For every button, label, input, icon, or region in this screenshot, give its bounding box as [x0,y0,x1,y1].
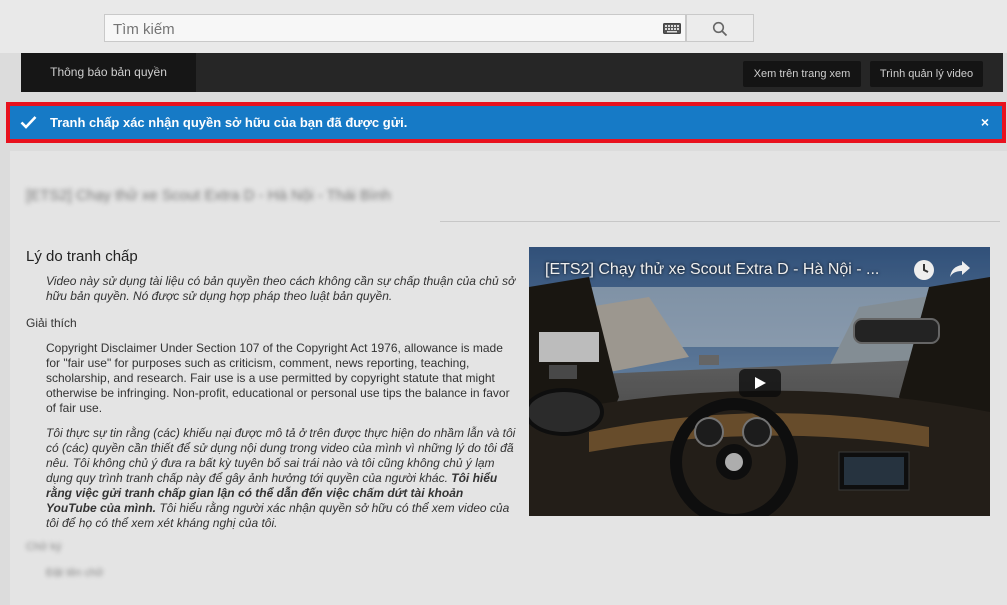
top-bar [0,0,1007,53]
play-button[interactable] [739,369,781,397]
blurred-signature-label: Chữ ký [26,541,62,553]
declaration-part-1: Tôi thực sự tin rằng (các) khiếu nại đượ… [46,426,516,485]
video-title[interactable]: [ETS2] Chạy thử xe Scout Extra D - Hà Nộ… [545,261,879,279]
dispute-details-card: [ETS2] Chạy thử xe Scout Extra D - Hà Nộ… [10,151,1007,605]
search-box[interactable] [104,14,686,43]
dispute-reason-text: Video này sử dụng tài liệu có bản quyền … [46,274,516,303]
search-icon [712,21,728,37]
video-nav-bar: Thông báo bản quyền Xem trên trang xem T… [21,53,1003,92]
blurred-signature-value: Đặt tên chữ [46,567,104,579]
alert-message: Tranh chấp xác nhận quyền sở hữu của bạn… [50,115,408,130]
close-icon[interactable]: × [981,106,989,139]
declaration-text: Tôi thực sự tin rằng (các) khiếu nại đượ… [46,426,516,531]
keyboard-icon[interactable] [663,23,681,34]
view-on-watch-page-button[interactable]: Xem trên trang xem [743,61,861,87]
section-title: Lý do tranh chấp [26,248,138,265]
video-manager-button[interactable]: Trình quản lý video [870,61,983,87]
explanation-label: Giải thích [26,316,77,330]
search-button[interactable] [686,14,754,42]
tab-copyright-notice[interactable]: Thông báo bản quyền [21,53,196,92]
video-player[interactable]: [ETS2] Chạy thử xe Scout Extra D - Hà Nộ… [529,247,990,516]
blurred-video-title: [ETS2] Chạy thử xe Scout Extra D - Hà Nộ… [26,187,391,204]
play-icon [755,377,766,389]
watch-later-icon[interactable] [913,259,935,281]
divider [440,221,1000,222]
success-alert: Tranh chấp xác nhận quyền sở hữu của bạn… [6,102,1006,143]
explanation-text: Copyright Disclaimer Under Section 107 o… [46,341,510,415]
share-icon[interactable] [949,260,971,278]
checkmark-icon [20,116,37,129]
search-input[interactable] [111,15,655,43]
